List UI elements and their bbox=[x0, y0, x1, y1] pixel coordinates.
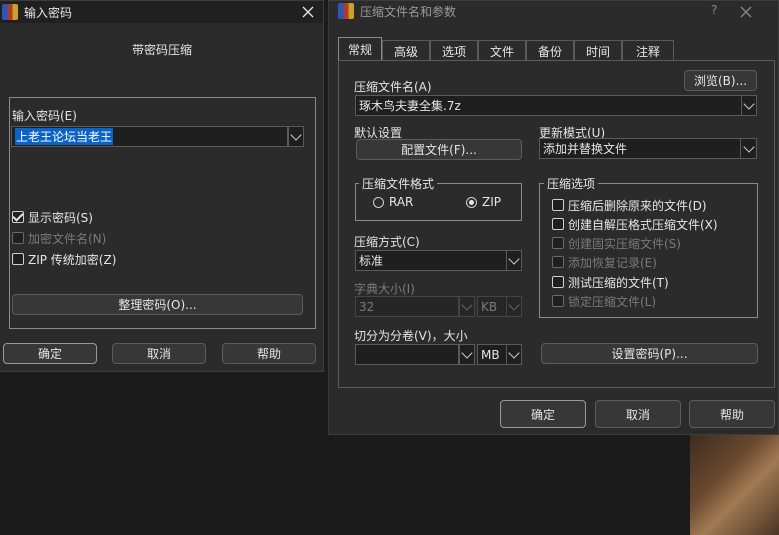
split-size-dropdown[interactable] bbox=[459, 344, 475, 365]
split-unit-select[interactable]: MB bbox=[477, 344, 507, 365]
tab-options[interactable]: 选项 bbox=[430, 40, 478, 61]
winrar-icon bbox=[338, 3, 354, 19]
ok-button[interactable]: 确定 bbox=[500, 400, 586, 428]
dict-size-input[interactable]: 32 bbox=[355, 296, 459, 317]
update-mode-select[interactable]: 添加并替换文件 bbox=[539, 138, 741, 159]
archive-name-dropdown[interactable] bbox=[741, 95, 757, 116]
dict-size-dropdown[interactable] bbox=[459, 296, 475, 317]
cancel-button[interactable]: 取消 bbox=[112, 343, 206, 364]
encrypt-filenames-checkbox[interactable] bbox=[12, 232, 24, 244]
format-zip-radio[interactable] bbox=[466, 197, 477, 208]
archive-params-dialog: 压缩文件名和参数 ? 常规 高级 选项 文件 备份 时间 注释 压缩文件名(A)… bbox=[328, 0, 779, 435]
tab-comment[interactable]: 注释 bbox=[622, 40, 674, 61]
password-dialog-titlebar: 输入密码 bbox=[0, 1, 323, 23]
dict-size-label: 字典大小(I) bbox=[354, 282, 415, 296]
lock-archive-label: 锁定压缩文件(L) bbox=[568, 295, 657, 309]
archive-name-value: 琢木鸟夫妻全集.7z bbox=[359, 99, 461, 113]
organize-passwords-button[interactable]: 整理密码(O)... bbox=[12, 294, 303, 315]
close-icon[interactable] bbox=[299, 3, 317, 21]
recovery-record-label: 添加恢复记录(E) bbox=[568, 256, 657, 270]
winrar-icon bbox=[2, 4, 18, 20]
archive-dialog-title: 压缩文件名和参数 bbox=[360, 4, 457, 19]
solid-checkbox[interactable] bbox=[552, 237, 564, 249]
delete-after-checkbox[interactable] bbox=[552, 199, 564, 211]
test-files-checkbox[interactable] bbox=[552, 276, 564, 288]
method-label: 压缩方式(C) bbox=[354, 235, 420, 249]
password-dialog: 输入密码 带密码压缩 输入密码(E) 上老王论坛当老王 显示密码(S) 加密文件… bbox=[0, 0, 324, 372]
tab-files[interactable]: 文件 bbox=[478, 40, 526, 61]
encrypt-filenames-label: 加密文件名(N) bbox=[28, 232, 107, 246]
set-password-button[interactable]: 设置密码(P)... bbox=[541, 343, 758, 364]
dict-unit-dropdown[interactable] bbox=[506, 296, 522, 317]
split-size-input[interactable] bbox=[355, 344, 459, 365]
show-password-checkbox[interactable] bbox=[12, 211, 24, 223]
profiles-button[interactable]: 配置文件(F)... bbox=[356, 139, 522, 160]
split-unit-dropdown[interactable] bbox=[506, 344, 522, 365]
format-rar-label: RAR bbox=[389, 195, 414, 209]
format-zip-label: ZIP bbox=[482, 195, 501, 209]
dict-size-value: 32 bbox=[359, 299, 375, 314]
update-mode-value: 添加并替换文件 bbox=[543, 142, 628, 156]
help-button[interactable]: 帮助 bbox=[689, 400, 775, 428]
update-mode-dropdown[interactable] bbox=[740, 138, 757, 159]
dict-unit-value: KB bbox=[481, 299, 498, 314]
split-volumes-label: 切分为分卷(V)，大小 bbox=[354, 329, 468, 343]
format-group-label: 压缩文件格式 bbox=[359, 175, 438, 192]
zip-legacy-label: ZIP 传统加密(Z) bbox=[28, 253, 117, 267]
password-label: 输入密码(E) bbox=[12, 109, 77, 123]
method-select[interactable]: 标准 bbox=[355, 250, 507, 271]
browse-button[interactable]: 浏览(B)... bbox=[684, 70, 757, 91]
tab-time[interactable]: 时间 bbox=[574, 40, 622, 61]
method-value: 标准 bbox=[359, 254, 384, 268]
test-files-label: 测试压缩的文件(T) bbox=[568, 276, 669, 290]
sfx-label: 创建自解压格式压缩文件(X) bbox=[568, 218, 718, 232]
password-input[interactable]: 上老王论坛当老王 bbox=[11, 126, 288, 147]
zip-legacy-checkbox[interactable] bbox=[12, 253, 24, 265]
solid-label: 创建固实压缩文件(S) bbox=[568, 237, 681, 251]
tab-advanced[interactable]: 高级 bbox=[382, 40, 430, 61]
archive-name-label: 压缩文件名(A) bbox=[354, 80, 432, 94]
method-dropdown[interactable] bbox=[506, 250, 522, 271]
options-group-label: 压缩选项 bbox=[544, 175, 599, 192]
split-unit-value: MB bbox=[481, 347, 500, 362]
ok-button[interactable]: 确定 bbox=[3, 343, 97, 364]
help-icon[interactable]: ? bbox=[711, 3, 717, 17]
delete-after-label: 压缩后删除原来的文件(D) bbox=[568, 199, 707, 213]
recovery-record-checkbox[interactable] bbox=[552, 256, 564, 268]
close-icon[interactable] bbox=[737, 3, 755, 21]
show-password-label: 显示密码(S) bbox=[28, 211, 93, 225]
password-history-dropdown[interactable] bbox=[288, 126, 304, 147]
dialog-heading: 带密码压缩 bbox=[131, 43, 192, 57]
password-value: 上老王论坛当老王 bbox=[15, 128, 114, 145]
help-button[interactable]: 帮助 bbox=[222, 343, 316, 364]
dict-unit-select[interactable]: KB bbox=[477, 296, 507, 317]
sfx-checkbox[interactable] bbox=[552, 218, 564, 230]
tab-backup[interactable]: 备份 bbox=[526, 40, 574, 61]
archive-name-input[interactable]: 琢木鸟夫妻全集.7z bbox=[355, 95, 742, 116]
format-rar-radio[interactable] bbox=[373, 197, 384, 208]
password-dialog-title: 输入密码 bbox=[24, 5, 73, 20]
cancel-button[interactable]: 取消 bbox=[595, 400, 681, 428]
background-image-fragment bbox=[690, 430, 779, 535]
lock-archive-checkbox[interactable] bbox=[552, 295, 564, 307]
tab-general[interactable]: 常规 bbox=[338, 37, 382, 61]
